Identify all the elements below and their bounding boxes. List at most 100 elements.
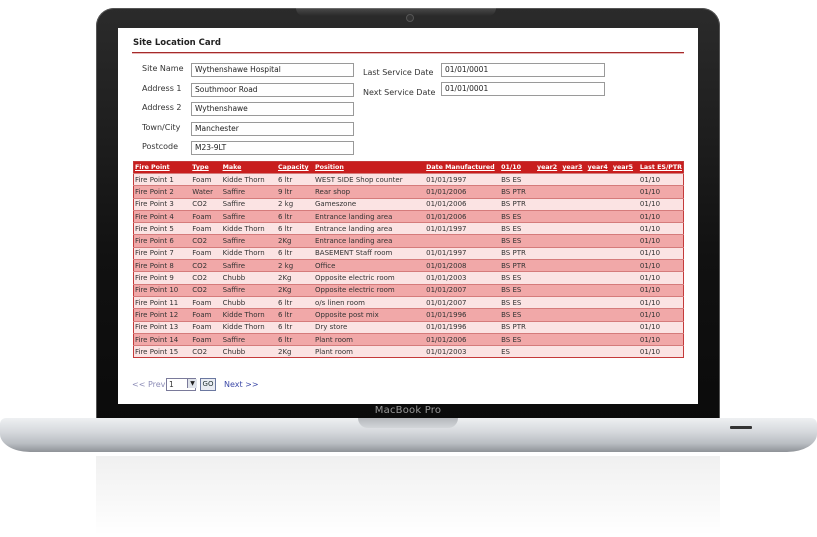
cell-date-manufactured: 01/01/2006 — [425, 209, 501, 223]
cell-year2 — [536, 209, 562, 223]
next-service-field[interactable]: 01/01/0001 — [441, 82, 605, 96]
cell-fire-point: Fire Point 8 — [133, 259, 192, 272]
go-button[interactable]: GO — [200, 378, 216, 391]
col-header-capacity[interactable]: Capacity — [277, 161, 314, 174]
town-label: Town/City — [142, 123, 181, 132]
cell-year4 — [586, 246, 612, 260]
cell-fire-point: Fire Point 3 — [133, 197, 192, 211]
cell-last-es-ptr: 01/10 — [638, 209, 684, 223]
cell-date-manufactured: 01/01/2007 — [425, 283, 501, 297]
cell-fire-point: Fire Point 6 — [133, 234, 192, 248]
table-row[interactable]: Fire Point 12 Foam Kidde Thorn 6 ltr Opposit… — [133, 308, 684, 322]
table-row[interactable]: Fire Point 10 CO2 Saffire 2Kg Opposite elect… — [133, 283, 684, 297]
last-service-label: Last Service Date — [363, 68, 434, 77]
cell-capacity: 9 ltr — [277, 185, 314, 199]
cell-make: Kidde Thorn — [221, 246, 277, 260]
col-header-last-es-ptr[interactable]: Last ES/PTR — [638, 161, 684, 174]
table-row[interactable]: Fire Point 11 Foam Chubb 6 ltr o/s linen roo… — [133, 295, 684, 309]
cell-make: Kidde Thorn — [221, 308, 277, 322]
chevron-down-icon[interactable]: ▼ — [187, 379, 197, 388]
table-row[interactable]: Fire Point 6 CO2 Saffire 2Kg Entrance landin… — [133, 234, 684, 248]
cell-date-manufactured: 01/01/1996 — [425, 320, 501, 334]
cell-capacity: 2 kg — [277, 197, 314, 211]
cell-year5 — [611, 234, 639, 248]
cell-position: Opposite electric room — [314, 283, 426, 297]
cell-year5 — [611, 185, 639, 199]
cell-position: Gameszone — [314, 197, 426, 211]
town-field[interactable]: Manchester — [191, 122, 354, 136]
cell-year4 — [586, 222, 612, 235]
last-service-field[interactable]: 01/01/0001 — [441, 63, 605, 77]
table-row[interactable]: Fire Point 13 Foam Kidde Thorn 6 ltr Dry sto… — [133, 320, 684, 334]
cell-year4 — [586, 259, 612, 272]
cell-capacity: 2 kg — [277, 259, 314, 272]
col-header-make[interactable]: Make — [221, 161, 277, 174]
cell-01-10: BS ES — [500, 222, 537, 235]
table-row[interactable]: Fire Point 3 CO2 Saffire 2 kg Gameszone 01/01… — [133, 197, 684, 211]
cell-fire-point: Fire Point 14 — [133, 332, 192, 346]
cell-year2 — [536, 345, 562, 358]
address2-label: Address 2 — [142, 103, 182, 112]
table-row[interactable]: Fire Point 9 CO2 Chubb 2Kg Opposite electric… — [133, 271, 684, 285]
col-header-year3[interactable]: year3 — [561, 161, 587, 174]
cell-make: Chubb — [221, 271, 277, 285]
cell-year5 — [611, 246, 639, 260]
col-header-year2[interactable]: year2 — [536, 161, 562, 174]
cell-01-10: BS ES — [500, 271, 537, 285]
cell-type: CO2 — [191, 259, 222, 272]
table-header-row: Fire Point Type Make Capacity Position D… — [133, 161, 684, 174]
camera-icon — [406, 14, 414, 22]
cell-year3 — [561, 295, 587, 309]
cell-position: BASEMENT Staff room — [314, 246, 426, 260]
cell-position: Plant room — [314, 332, 426, 346]
cell-last-es-ptr: 01/10 — [638, 345, 684, 358]
cell-year5 — [611, 295, 639, 309]
cell-year5 — [611, 259, 639, 272]
cell-year4 — [586, 283, 612, 297]
cell-date-manufactured: 01/01/2003 — [425, 271, 501, 285]
address2-field[interactable]: Wythenshawe — [191, 102, 354, 116]
cell-year5 — [611, 332, 639, 346]
cell-position: Entrance landing area — [314, 222, 426, 235]
prev-page-link[interactable]: << Prev — [132, 380, 165, 389]
cell-year2 — [536, 332, 562, 346]
cell-type: CO2 — [191, 345, 222, 358]
cell-capacity: 6 ltr — [277, 246, 314, 260]
cell-date-manufactured — [425, 234, 501, 248]
col-header-position[interactable]: Position — [314, 161, 426, 174]
card-title: Site Location Card — [133, 38, 221, 48]
col-header-fire-point[interactable]: Fire Point — [133, 161, 192, 174]
cell-type: Foam — [191, 308, 222, 322]
table-row[interactable]: Fire Point 5 Foam Kidde Thorn 6 ltr Entrance… — [133, 222, 684, 235]
cell-position: Dry store — [314, 320, 426, 334]
cell-date-manufactured: 01/01/2008 — [425, 259, 501, 272]
col-header-01-10[interactable]: 01/10 — [500, 161, 537, 174]
cell-year5 — [611, 345, 639, 358]
table-row[interactable]: Fire Point 15 CO2 Chubb 2Kg Plant room 01/01/… — [133, 345, 684, 358]
table-row[interactable]: Fire Point 1 Foam Kidde Thorn 6 ltr WEST SID… — [133, 172, 684, 186]
cell-type: CO2 — [191, 271, 222, 285]
table-row[interactable]: Fire Point 2 Water Saffire 9 ltr Rear shop 01… — [133, 185, 684, 199]
cell-type: Foam — [191, 246, 222, 260]
table-row[interactable]: Fire Point 14 Foam Saffire 6 ltr Plant room 0… — [133, 332, 684, 346]
address1-field[interactable]: Southmoor Road — [191, 83, 354, 97]
cell-year5 — [611, 271, 639, 285]
table-row[interactable]: Fire Point 7 Foam Kidde Thorn 6 ltr BASEMENT… — [133, 246, 684, 260]
laptop-base-notch — [358, 418, 458, 428]
postcode-label: Postcode — [142, 142, 179, 151]
table-row[interactable]: Fire Point 8 CO2 Saffire 2 kg Office 01/01/20… — [133, 259, 684, 272]
cell-type: Foam — [191, 172, 222, 186]
postcode-field[interactable]: M23-9LT — [191, 141, 354, 155]
next-page-link[interactable]: Next >> — [224, 380, 259, 389]
sleep-led — [730, 426, 752, 429]
col-header-type[interactable]: Type — [191, 161, 222, 174]
cell-year3 — [561, 332, 587, 346]
col-header-year4[interactable]: year4 — [586, 161, 612, 174]
col-header-year5[interactable]: year5 — [611, 161, 639, 174]
table-row[interactable]: Fire Point 4 Foam Saffire 6 ltr Entrance lan… — [133, 209, 684, 223]
cell-capacity: 2Kg — [277, 345, 314, 358]
cell-fire-point: Fire Point 15 — [133, 345, 192, 358]
col-header-date-manufactured[interactable]: Date Manufactured — [425, 161, 501, 174]
cell-year3 — [561, 271, 587, 285]
site-name-field[interactable]: Wythenshawe Hospital — [191, 63, 354, 77]
